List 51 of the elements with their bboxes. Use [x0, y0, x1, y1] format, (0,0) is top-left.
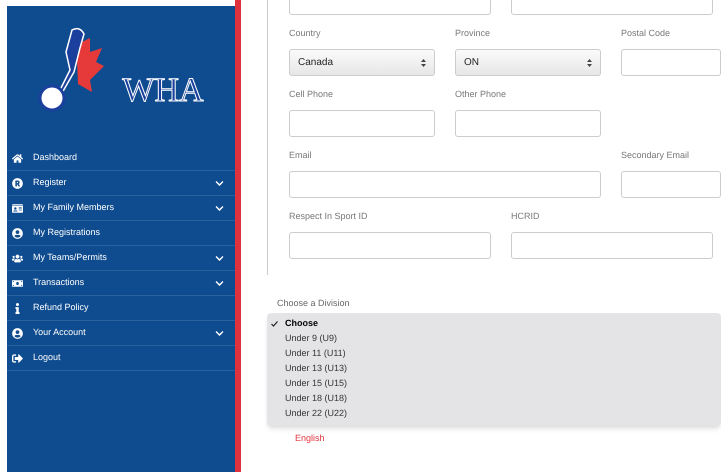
- field-label: Respect In Sport ID: [288, 210, 369, 222]
- updown-arrows-icon: [420, 58, 426, 66]
- input-field[interactable]: [288, 232, 491, 259]
- menu-item[interactable]: My Teams/Permits: [6, 246, 236, 271]
- id-card-icon: [12, 202, 23, 214]
- input-field[interactable]: [510, 232, 713, 259]
- logo-text: WHA: [122, 74, 204, 108]
- input-field[interactable]: [620, 171, 721, 198]
- chevron-icon: [215, 178, 224, 188]
- checkmark-icon: [270, 321, 278, 327]
- field-label: Postal Code: [620, 27, 672, 39]
- chevron-icon: [215, 328, 224, 338]
- field-label: Country: [288, 27, 322, 39]
- field-label: Cell Phone: [288, 88, 334, 100]
- home-icon: [12, 152, 23, 164]
- division-option[interactable]: Under 22 (U22): [266, 406, 721, 422]
- logout-icon: [12, 352, 23, 364]
- division-label: Choose a Division: [276, 297, 351, 310]
- input-field[interactable]: [288, 171, 601, 198]
- menu-item[interactable]: My Family Members: [6, 196, 236, 221]
- division-dropdown-list[interactable]: Choose Under 9 (U9) Under 11 (U11) Under 13 (U13) Under 15 (U15) Under 18 (U18) Under 22 (U22): [266, 312, 721, 426]
- users-icon: [12, 252, 23, 264]
- chevron-icon: [215, 254, 224, 262]
- field-label: HCRID: [510, 210, 540, 222]
- menu-item[interactable]: My Registrations: [6, 221, 236, 246]
- menu-item[interactable]: Your Account: [6, 321, 236, 346]
- chevron-icon: [215, 278, 224, 288]
- menu-item[interactable]: Refund Policy: [6, 296, 236, 321]
- input-field[interactable]: [620, 49, 721, 76]
- updown-arrows-icon: [586, 58, 592, 66]
- division-option[interactable]: Under 15 (U15): [266, 376, 721, 392]
- division-option[interactable]: Under 9 (U9): [266, 332, 721, 346]
- division-option[interactable]: Under 13 (U13): [266, 362, 721, 376]
- select-field[interactable]: Canada: [288, 49, 435, 76]
- field-label: Other Phone: [454, 88, 508, 100]
- menu-item[interactable]: Dashboard: [6, 146, 236, 171]
- input-field[interactable]: [454, 110, 601, 137]
- division-option[interactable]: Under 11 (U11): [266, 346, 721, 362]
- language-link[interactable]: English: [294, 432, 721, 445]
- division-option[interactable]: Choose: [266, 316, 721, 332]
- menu-item[interactable]: Register: [6, 171, 236, 196]
- banknote-icon: [12, 278, 23, 288]
- menu-item[interactable]: Transactions: [6, 271, 236, 296]
- field-label: Email: [288, 149, 312, 161]
- menu-item[interactable]: Logout: [6, 346, 236, 371]
- chevron-icon: [215, 204, 224, 212]
- select-field[interactable]: ON: [454, 49, 601, 76]
- input-field[interactable]: [288, 110, 435, 137]
- division-option[interactable]: Under 18 (U18): [266, 392, 721, 406]
- field-label: Province: [454, 27, 491, 39]
- field-label: Secondary Email: [620, 149, 690, 161]
